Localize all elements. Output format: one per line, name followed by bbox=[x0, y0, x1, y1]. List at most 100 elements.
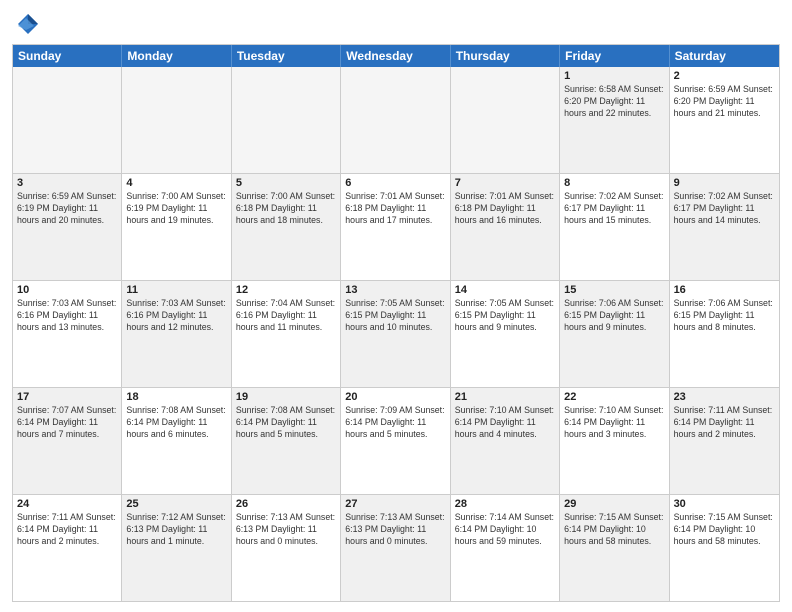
cell-info: Sunrise: 7:14 AM Sunset: 6:14 PM Dayligh… bbox=[455, 512, 555, 548]
weekday-header: Monday bbox=[122, 45, 231, 67]
cell-info: Sunrise: 7:15 AM Sunset: 6:14 PM Dayligh… bbox=[564, 512, 664, 548]
day-number: 8 bbox=[564, 177, 664, 189]
cell-info: Sunrise: 7:13 AM Sunset: 6:13 PM Dayligh… bbox=[236, 512, 336, 548]
day-number: 28 bbox=[455, 498, 555, 510]
logo bbox=[12, 10, 44, 38]
calendar-cell: 27Sunrise: 7:13 AM Sunset: 6:13 PM Dayli… bbox=[341, 495, 450, 601]
cell-info: Sunrise: 7:08 AM Sunset: 6:14 PM Dayligh… bbox=[126, 405, 226, 441]
calendar-cell: 11 Sunrise: 7:03 AM Sunset: 6:16 PM Dayli… bbox=[122, 281, 231, 387]
cell-info: Sunrise: 7:03 AM Sunset: 6:16 PM Dayligh… bbox=[126, 298, 226, 334]
cell-info: Sunrise: 7:13 AM Sunset: 6:13 PM Dayligh… bbox=[345, 512, 445, 548]
calendar-cell: 13 Sunrise: 7:05 AM Sunset: 6:15 PM Dayli… bbox=[341, 281, 450, 387]
cell-info: Sunrise: 7:09 AM Sunset: 6:14 PM Dayligh… bbox=[345, 405, 445, 441]
day-number: 4 bbox=[126, 177, 226, 189]
day-number: 7 bbox=[455, 177, 555, 189]
cell-info: Sunrise: 7:06 AM Sunset: 6:15 PM Dayligh… bbox=[674, 298, 775, 334]
calendar-cell: 1 Sunrise: 6:58 AM Sunset: 6:20 PM Daylig… bbox=[560, 67, 669, 173]
page: SundayMondayTuesdayWednesdayThursdayFrid… bbox=[0, 0, 792, 612]
cell-info: Sunrise: 7:05 AM Sunset: 6:15 PM Dayligh… bbox=[345, 298, 445, 334]
cell-info: Sunrise: 7:04 AM Sunset: 6:16 PM Dayligh… bbox=[236, 298, 336, 334]
calendar-cell: 10Sunrise: 7:03 AM Sunset: 6:16 PM Dayli… bbox=[13, 281, 122, 387]
weekday-header: Tuesday bbox=[232, 45, 341, 67]
cell-info: Sunrise: 7:10 AM Sunset: 6:14 PM Dayligh… bbox=[455, 405, 555, 441]
calendar-cell: 20 Sunrise: 7:09 AM Sunset: 6:14 PM Dayli… bbox=[341, 388, 450, 494]
calendar-cell: 3 Sunrise: 6:59 AM Sunset: 6:19 PM Daylig… bbox=[13, 174, 122, 280]
calendar-cell: 29 Sunrise: 7:15 AM Sunset: 6:14 PM Dayli… bbox=[560, 495, 669, 601]
day-number: 15 bbox=[564, 284, 664, 296]
day-number: 19 bbox=[236, 391, 336, 403]
weekday-header: Saturday bbox=[670, 45, 779, 67]
calendar-cell bbox=[13, 67, 122, 173]
calendar-cell bbox=[341, 67, 450, 173]
day-number: 13 bbox=[345, 284, 445, 296]
day-number: 17 bbox=[17, 391, 117, 403]
cell-info: Sunrise: 7:02 AM Sunset: 6:17 PM Dayligh… bbox=[674, 191, 775, 227]
day-number: 16 bbox=[674, 284, 775, 296]
calendar-cell bbox=[232, 67, 341, 173]
calendar-cell: 15 Sunrise: 7:06 AM Sunset: 6:15 PM Dayli… bbox=[560, 281, 669, 387]
calendar-cell: 5 Sunrise: 7:00 AM Sunset: 6:18 PM Daylig… bbox=[232, 174, 341, 280]
calendar-cell: 23 Sunrise: 7:11 AM Sunset: 6:14 PM Dayli… bbox=[670, 388, 779, 494]
day-number: 29 bbox=[564, 498, 664, 510]
cell-info: Sunrise: 7:00 AM Sunset: 6:18 PM Dayligh… bbox=[236, 191, 336, 227]
day-number: 22 bbox=[564, 391, 664, 403]
cell-info: Sunrise: 7:10 AM Sunset: 6:14 PM Dayligh… bbox=[564, 405, 664, 441]
calendar-cell: 7 Sunrise: 7:01 AM Sunset: 6:18 PM Daylig… bbox=[451, 174, 560, 280]
calendar-cell: 4 Sunrise: 7:00 AM Sunset: 6:19 PM Daylig… bbox=[122, 174, 231, 280]
calendar-cell bbox=[122, 67, 231, 173]
calendar-cell: 14 Sunrise: 7:05 AM Sunset: 6:15 PM Dayli… bbox=[451, 281, 560, 387]
day-number: 18 bbox=[126, 391, 226, 403]
cell-info: Sunrise: 7:11 AM Sunset: 6:14 PM Dayligh… bbox=[674, 405, 775, 441]
cell-info: Sunrise: 7:01 AM Sunset: 6:18 PM Dayligh… bbox=[345, 191, 445, 227]
cell-info: Sunrise: 6:58 AM Sunset: 6:20 PM Dayligh… bbox=[564, 84, 664, 120]
calendar-cell: 16 Sunrise: 7:06 AM Sunset: 6:15 PM Dayli… bbox=[670, 281, 779, 387]
cell-info: Sunrise: 6:59 AM Sunset: 6:20 PM Dayligh… bbox=[674, 84, 775, 120]
weekday-header: Sunday bbox=[13, 45, 122, 67]
day-number: 3 bbox=[17, 177, 117, 189]
day-number: 26 bbox=[236, 498, 336, 510]
calendar-cell: 12 Sunrise: 7:04 AM Sunset: 6:16 PM Dayli… bbox=[232, 281, 341, 387]
calendar-cell: 24Sunrise: 7:11 AM Sunset: 6:14 PM Dayli… bbox=[13, 495, 122, 601]
calendar-cell bbox=[451, 67, 560, 173]
calendar-cell: 2 Sunrise: 6:59 AM Sunset: 6:20 PM Daylig… bbox=[670, 67, 779, 173]
logo-icon bbox=[12, 10, 40, 38]
weekday-header: Thursday bbox=[451, 45, 560, 67]
calendar-row: 17 Sunrise: 7:07 AM Sunset: 6:14 PM Dayli… bbox=[13, 388, 779, 495]
calendar-row: 1 Sunrise: 6:58 AM Sunset: 6:20 PM Daylig… bbox=[13, 67, 779, 174]
day-number: 12 bbox=[236, 284, 336, 296]
day-number: 5 bbox=[236, 177, 336, 189]
cell-info: Sunrise: 7:00 AM Sunset: 6:19 PM Dayligh… bbox=[126, 191, 226, 227]
calendar-row: 24Sunrise: 7:11 AM Sunset: 6:14 PM Dayli… bbox=[13, 495, 779, 601]
cell-info: Sunrise: 7:06 AM Sunset: 6:15 PM Dayligh… bbox=[564, 298, 664, 334]
day-number: 11 bbox=[126, 284, 226, 296]
cell-info: Sunrise: 7:12 AM Sunset: 6:13 PM Dayligh… bbox=[126, 512, 226, 548]
cell-info: Sunrise: 7:15 AM Sunset: 6:14 PM Dayligh… bbox=[674, 512, 775, 548]
cell-info: Sunrise: 7:05 AM Sunset: 6:15 PM Dayligh… bbox=[455, 298, 555, 334]
day-number: 9 bbox=[674, 177, 775, 189]
day-number: 6 bbox=[345, 177, 445, 189]
cell-info: Sunrise: 7:02 AM Sunset: 6:17 PM Dayligh… bbox=[564, 191, 664, 227]
weekday-header: Friday bbox=[560, 45, 669, 67]
cell-info: Sunrise: 7:11 AM Sunset: 6:14 PM Dayligh… bbox=[17, 512, 117, 548]
day-number: 2 bbox=[674, 70, 775, 82]
calendar-cell: 21 Sunrise: 7:10 AM Sunset: 6:14 PM Dayli… bbox=[451, 388, 560, 494]
calendar-cell: 22 Sunrise: 7:10 AM Sunset: 6:14 PM Dayli… bbox=[560, 388, 669, 494]
calendar-cell: 8 Sunrise: 7:02 AM Sunset: 6:17 PM Daylig… bbox=[560, 174, 669, 280]
day-number: 1 bbox=[564, 70, 664, 82]
day-number: 23 bbox=[674, 391, 775, 403]
cell-info: Sunrise: 6:59 AM Sunset: 6:19 PM Dayligh… bbox=[17, 191, 117, 227]
day-number: 14 bbox=[455, 284, 555, 296]
calendar-row: 10Sunrise: 7:03 AM Sunset: 6:16 PM Dayli… bbox=[13, 281, 779, 388]
day-number: 21 bbox=[455, 391, 555, 403]
calendar-cell: 19Sunrise: 7:08 AM Sunset: 6:14 PM Dayli… bbox=[232, 388, 341, 494]
calendar-cell: 25 Sunrise: 7:12 AM Sunset: 6:13 PM Dayli… bbox=[122, 495, 231, 601]
weekday-header: Wednesday bbox=[341, 45, 450, 67]
day-number: 20 bbox=[345, 391, 445, 403]
cell-info: Sunrise: 7:07 AM Sunset: 6:14 PM Dayligh… bbox=[17, 405, 117, 441]
cell-info: Sunrise: 7:01 AM Sunset: 6:18 PM Dayligh… bbox=[455, 191, 555, 227]
calendar-cell: 6 Sunrise: 7:01 AM Sunset: 6:18 PM Daylig… bbox=[341, 174, 450, 280]
day-number: 25 bbox=[126, 498, 226, 510]
calendar-cell: 9 Sunrise: 7:02 AM Sunset: 6:17 PM Daylig… bbox=[670, 174, 779, 280]
calendar-cell: 26 Sunrise: 7:13 AM Sunset: 6:13 PM Dayli… bbox=[232, 495, 341, 601]
calendar-cell: 17 Sunrise: 7:07 AM Sunset: 6:14 PM Dayli… bbox=[13, 388, 122, 494]
